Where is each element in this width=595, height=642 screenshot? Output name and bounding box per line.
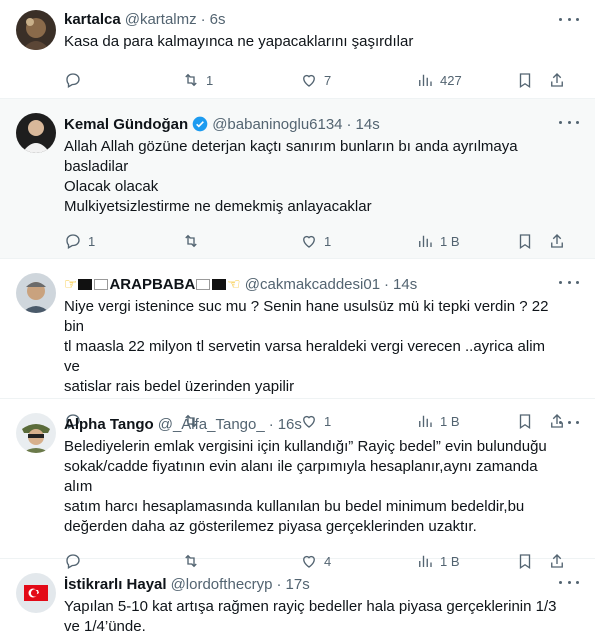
timestamp[interactable]: 14s	[356, 116, 380, 133]
separator-dot: ·	[346, 115, 352, 133]
like-count: 1	[324, 233, 332, 249]
more-options-icon[interactable]	[559, 115, 579, 129]
verified-badge-icon	[192, 116, 208, 132]
more-options-icon[interactable]	[559, 275, 579, 289]
share-icon	[551, 73, 563, 87]
share-icon	[551, 234, 563, 248]
pointing-left-emoji-icon: ☜	[227, 276, 241, 293]
tweet-header: İstikrarlı Hayal @lordofthecryp · 17s	[64, 571, 579, 597]
reply-icon	[66, 73, 80, 88]
bookmark-icon	[519, 73, 531, 89]
retweet-button[interactable]: 1	[182, 71, 300, 89]
reply-count: 1	[88, 233, 96, 249]
bookmark-button[interactable]	[516, 232, 548, 250]
avatar[interactable]	[16, 10, 56, 50]
author-handle[interactable]: @lordofthecryp	[171, 576, 273, 593]
views-count: 427	[440, 72, 462, 88]
separator-dot: ·	[384, 275, 390, 293]
tweet[interactable]: İstikrarlı Hayal @lordofthecryp · 17s Ya…	[0, 559, 595, 642]
tweet-actions: 1 1 1 B	[64, 221, 579, 261]
author-handle[interactable]: @cakmakcaddesi01	[245, 276, 380, 293]
retweet-button[interactable]	[182, 232, 300, 250]
author-handle[interactable]: @babaninoglu6134	[212, 116, 342, 133]
author-name[interactable]: kartalca	[64, 11, 121, 28]
tweet-text: Allah Allah gözüne deterjan kaçtı sanırı…	[64, 138, 518, 215]
reply-icon	[66, 234, 80, 249]
views-button[interactable]: 1 B	[416, 232, 516, 250]
pointing-right-emoji-icon: ☞	[64, 276, 78, 293]
views-button[interactable]: 427	[416, 71, 516, 89]
views-count: 1 B	[440, 233, 460, 249]
black-flag-icon	[212, 278, 227, 290]
tweet-header: ☞ ARAPBABA ☜ @cakmakcaddesi01 · 14s	[64, 271, 579, 297]
tweet-text: Belediyelerin emlak vergisini için kulla…	[64, 438, 547, 535]
black-flag-icon	[78, 278, 93, 290]
like-button[interactable]: 1	[300, 232, 416, 250]
like-button[interactable]: 7	[300, 71, 416, 89]
timestamp[interactable]: 14s	[393, 276, 417, 293]
tweet[interactable]: Kemal Gündoğan @babaninoglu6134 · 14s Al…	[0, 99, 595, 259]
tweet[interactable]: kartalca @kartalmz · 6s Kasa da para kal…	[0, 0, 595, 99]
tweet-actions: 1 7 427	[64, 60, 579, 100]
avatar[interactable]	[16, 273, 56, 313]
timestamp[interactable]: 6s	[210, 11, 226, 28]
avatar[interactable]	[16, 113, 56, 153]
tweet-text: Niye vergi istenince suc mu ? Senin hane…	[64, 298, 549, 395]
author-name[interactable]: Kemal Gündoğan	[64, 116, 188, 133]
bookmark-icon	[519, 234, 531, 250]
tweet-text: Yapılan 5-10 kat artışa rağmen rayiç bed…	[64, 598, 557, 635]
more-options-icon[interactable]	[559, 12, 579, 26]
more-options-icon[interactable]	[559, 575, 579, 589]
retweet-icon	[185, 73, 197, 87]
white-flag-icon	[94, 278, 109, 290]
author-handle[interactable]: @_Alfa_Tango_	[158, 416, 265, 433]
tweet[interactable]: Alpha Tango @_Alfa_Tango_ · 16s Belediye…	[0, 399, 595, 570]
like-count: 7	[324, 72, 332, 88]
views-icon	[419, 235, 432, 247]
tweet-text: Kasa da para kalmayınca ne yapacaklarını…	[64, 33, 414, 50]
reply-feed: kartalca @kartalmz · 6s Kasa da para kal…	[0, 0, 595, 642]
reply-button[interactable]	[64, 71, 182, 89]
more-options-icon[interactable]	[559, 415, 579, 429]
tweet[interactable]: ☞ ARAPBABA ☜ @cakmakcaddesi01 · 14s Niye…	[0, 259, 595, 430]
separator-dot: ·	[200, 10, 206, 28]
author-name[interactable]: İstikrarlı Hayal	[64, 576, 167, 593]
tweet-header: kartalca @kartalmz · 6s	[64, 6, 579, 32]
tweet-header: Alpha Tango @_Alfa_Tango_ · 16s	[64, 411, 579, 437]
bookmark-button[interactable]	[516, 71, 548, 89]
separator-dot: ·	[276, 575, 282, 593]
timestamp[interactable]: 17s	[286, 576, 310, 593]
avatar[interactable]	[16, 573, 56, 613]
reply-button[interactable]: 1	[64, 232, 182, 250]
retweet-count: 1	[206, 72, 214, 88]
timestamp[interactable]: 16s	[278, 416, 302, 433]
share-button[interactable]	[548, 232, 566, 250]
retweet-icon	[185, 234, 197, 248]
tweet-header: Kemal Gündoğan @babaninoglu6134 · 14s	[64, 111, 579, 137]
author-name[interactable]: Alpha Tango	[64, 416, 154, 433]
author-name[interactable]: ARAPBABA	[109, 276, 195, 293]
heart-icon	[303, 235, 315, 248]
separator-dot: ·	[268, 415, 274, 433]
author-handle[interactable]: @kartalmz	[125, 11, 197, 28]
white-flag-icon	[196, 278, 211, 290]
heart-icon	[303, 74, 315, 87]
share-button[interactable]	[548, 71, 566, 89]
views-icon	[419, 74, 432, 86]
avatar[interactable]	[16, 413, 56, 453]
